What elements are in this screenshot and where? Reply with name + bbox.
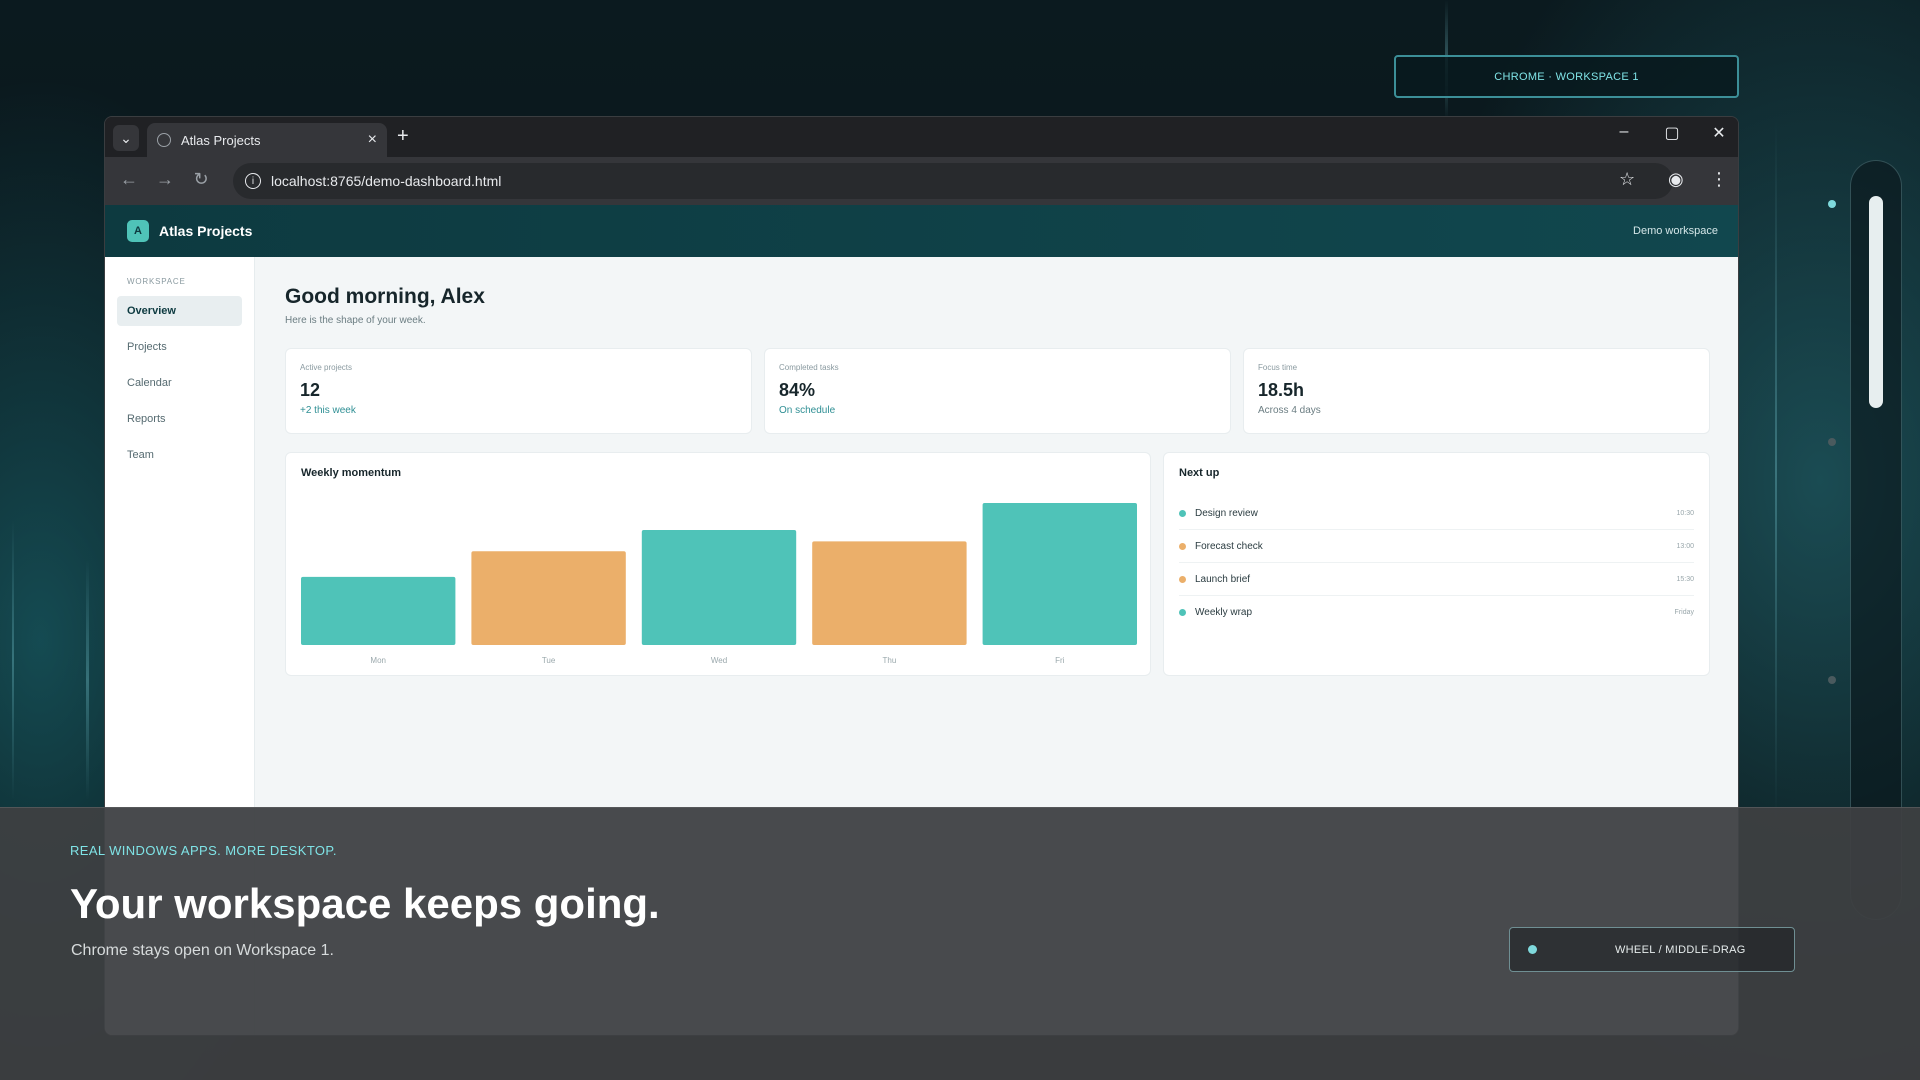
x-tick-label: Wed (711, 656, 727, 665)
weekly-momentum-panel: Weekly momentum Mon Tue Wed Thu Fri (285, 452, 1151, 676)
x-tick-label: Fri (1055, 656, 1065, 665)
address-bar[interactable]: i localhost:8765/demo-dashboard.html (233, 163, 1673, 199)
minimize-button[interactable]: – (1604, 123, 1644, 141)
bar-thu[interactable] (812, 541, 967, 645)
input-hint: WHEEL / MIDDLE-DRAG (1509, 927, 1795, 972)
list-item[interactable]: Launch brief 15:30 (1179, 563, 1694, 596)
content-row: Weekly momentum Mon Tue Wed Thu Fri Next up … (285, 452, 1710, 676)
reload-button[interactable]: ↻ (189, 169, 213, 190)
menu-icon[interactable]: ⋮ (1710, 169, 1728, 190)
page-subtitle: Here is the shape of your week. (285, 315, 426, 326)
status-dot (1179, 542, 1186, 550)
hint-dot-icon (1528, 945, 1537, 954)
back-button[interactable]: ← (117, 169, 141, 190)
chevron-down-icon: ⌄ (120, 129, 132, 146)
status-dot (1179, 509, 1186, 517)
app-logo[interactable]: A (127, 220, 149, 242)
workspace-label[interactable]: Demo workspace (1633, 225, 1718, 237)
stat-sub: +2 this week (300, 405, 356, 416)
stat-label: Focus time (1258, 363, 1298, 372)
sidebar-item-team[interactable]: Team (117, 440, 242, 470)
next-up-title: Next up (1179, 467, 1220, 479)
app-header: A Atlas Projects Demo workspace (105, 205, 1738, 257)
x-tick-label: Thu (883, 656, 897, 665)
stat-card-completed-tasks: Completed tasks 84% On schedule (764, 348, 1231, 434)
stat-sub: On schedule (779, 405, 836, 416)
site-info-icon[interactable]: i (245, 173, 261, 189)
sidebar-item-reports[interactable]: Reports (117, 404, 242, 434)
browser-tab[interactable]: Atlas Projects × (147, 123, 387, 157)
list-item[interactable]: Forecast check 13:00 (1179, 530, 1694, 563)
sidebar-item-calendar[interactable]: Calendar (117, 368, 242, 398)
workspace-rail-thumb[interactable] (1869, 196, 1883, 408)
sidebar-item-overview[interactable]: Overview (117, 296, 242, 326)
next-up-list: Design review 10:30 Forecast check 13:00… (1179, 497, 1694, 629)
close-tab-icon[interactable]: × (368, 131, 377, 149)
item-name: Launch brief (1195, 573, 1251, 585)
list-item[interactable]: Design review 10:30 (1179, 497, 1694, 530)
maximize-button[interactable]: ▢ (1652, 123, 1692, 143)
stat-cards: Active projects 12 +2 this week Complete… (285, 348, 1710, 434)
url-text[interactable]: localhost:8765/demo-dashboard.html (271, 173, 501, 189)
hint-text: WHEEL / MIDDLE-DRAG (1615, 943, 1746, 956)
tab-search-button[interactable]: ⌄ (113, 125, 139, 151)
workspace-indicator: CHROME · WORKSPACE 1 (1394, 55, 1739, 98)
stat-label: Active projects (300, 363, 353, 372)
item-time: 15:30 (1676, 575, 1694, 583)
stat-card-focus-time: Focus time 18.5h Across 4 days (1243, 348, 1710, 434)
weekly-momentum-chart: Mon Tue Wed Thu Fri (301, 503, 1137, 665)
rail-dot[interactable] (1828, 438, 1836, 446)
stat-card-active-projects: Active projects 12 +2 this week (285, 348, 752, 434)
toolbar: ← → ↻ i localhost:8765/demo-dashboard.ht… (105, 157, 1738, 205)
stat-sub: Across 4 days (1258, 405, 1321, 416)
caption-subline: Chrome stays open on Workspace 1. (71, 942, 334, 959)
sidebar-item-projects[interactable]: Projects (117, 332, 242, 362)
stat-label: Completed tasks (779, 363, 839, 372)
tab-strip: ⌄ Atlas Projects × + – ▢ ✕ (105, 117, 1738, 157)
bar-fri[interactable] (982, 503, 1137, 645)
caption-headline: Your workspace keeps going. (70, 880, 660, 927)
new-tab-button[interactable]: + (397, 125, 409, 148)
sidebar-section-title: WORKSPACE (127, 277, 186, 286)
item-time: Friday (1674, 609, 1694, 616)
x-tick-label: Mon (370, 656, 386, 665)
item-time: 10:30 (1676, 509, 1694, 517)
rail-dot[interactable] (1828, 676, 1836, 684)
caption-kicker: REAL WINDOWS APPS. MORE DESKTOP. (70, 843, 337, 858)
profile-icon[interactable]: ◉ (1668, 169, 1684, 190)
item-name: Weekly wrap (1195, 607, 1253, 618)
status-dot (1179, 609, 1186, 616)
stat-value: 84% (779, 380, 816, 400)
bar-tue[interactable] (471, 551, 626, 645)
forward-button[interactable]: → (153, 169, 177, 190)
globe-icon (157, 133, 171, 147)
bar-mon[interactable] (301, 576, 456, 645)
list-item[interactable]: Weekly wrap Friday (1179, 596, 1694, 629)
status-dot (1179, 575, 1186, 583)
page-title: Good morning, Alex (285, 285, 485, 308)
tab-title: Atlas Projects (181, 132, 261, 148)
app-name[interactable]: Atlas Projects (159, 223, 252, 239)
item-time: 13:00 (1676, 542, 1694, 550)
next-up-panel: Next up Design review 10:30 Forecast che… (1163, 452, 1710, 676)
x-tick-label: Tue (542, 656, 556, 665)
stat-value: 12 (300, 380, 321, 400)
close-window-button[interactable]: ✕ (1699, 123, 1738, 143)
item-name: Forecast check (1195, 540, 1263, 552)
chart-title: Weekly momentum (301, 467, 402, 479)
bookmark-star-icon[interactable]: ☆ (1619, 169, 1635, 190)
bar-wed[interactable] (641, 529, 797, 645)
rail-dot-active[interactable] (1828, 200, 1836, 208)
stat-value: 18.5h (1258, 380, 1305, 400)
item-name: Design review (1195, 507, 1258, 519)
